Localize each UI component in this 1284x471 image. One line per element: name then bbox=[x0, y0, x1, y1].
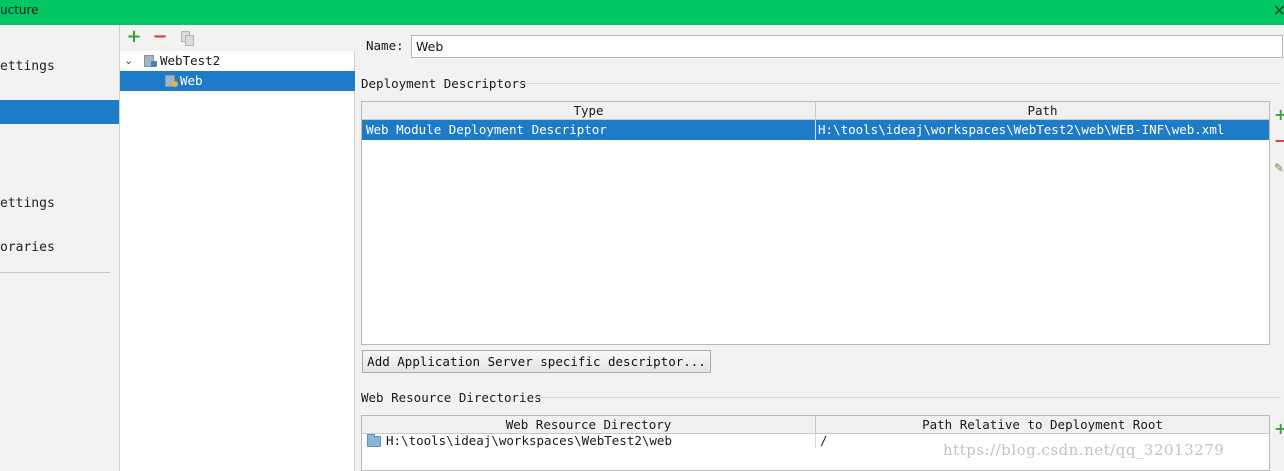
section-divider bbox=[536, 397, 1281, 398]
name-label: Name: bbox=[366, 38, 404, 53]
remove-descriptor-icon[interactable]: − bbox=[1274, 131, 1284, 150]
chevron-down-icon[interactable]: ⌄ bbox=[124, 51, 133, 71]
watermark: https://blog.csdn.net/qq_32013279 bbox=[943, 441, 1225, 459]
descriptor-type-cell: Web Module Deployment Descriptor bbox=[366, 122, 607, 137]
cell-divider bbox=[815, 120, 816, 140]
web-facet-icon bbox=[165, 75, 178, 87]
tree-toolbar: + − bbox=[120, 25, 355, 51]
name-input[interactable]: Web bbox=[411, 35, 1283, 58]
deployment-descriptors-title: Deployment Descriptors bbox=[361, 76, 527, 91]
descriptor-path-cell: H:\tools\ideaj\workspaces\WebTest2\web\W… bbox=[818, 122, 1225, 137]
table-row[interactable]: Web Module Deployment Descriptor H:\tool… bbox=[362, 120, 1269, 140]
tree-node-label: Web bbox=[180, 73, 203, 88]
column-header-relative-path[interactable]: Path Relative to Deployment Root bbox=[816, 416, 1269, 434]
title-bar: ucture × bbox=[0, 0, 1284, 25]
remove-icon[interactable]: − bbox=[151, 27, 169, 47]
nav-item-modules[interactable] bbox=[0, 100, 119, 124]
tree-node-label: WebTest2 bbox=[160, 53, 221, 68]
deployment-descriptors-table: Type Path Web Module Deployment Descript… bbox=[361, 101, 1270, 345]
copy-icon[interactable] bbox=[178, 27, 196, 47]
resources-side-toolbar: + bbox=[1270, 417, 1284, 447]
nav-item-project-settings[interactable]: ettings bbox=[0, 55, 119, 79]
column-header-type[interactable]: Type bbox=[362, 102, 816, 120]
section-divider bbox=[521, 83, 1281, 84]
tree-node-webtest2[interactable]: ⌄ WebTest2 bbox=[120, 51, 355, 71]
folder-icon bbox=[367, 434, 381, 447]
web-resource-directories-title: Web Resource Directories bbox=[361, 390, 542, 405]
edit-descriptor-icon[interactable]: ✎ bbox=[1274, 161, 1284, 175]
descriptors-side-toolbar: + − ✎ bbox=[1270, 103, 1284, 183]
nav-item-label: ettings bbox=[0, 196, 55, 211]
nav-item-label: ettings bbox=[0, 59, 55, 74]
table-header: Type Path bbox=[362, 102, 1269, 120]
close-icon[interactable]: × bbox=[1273, 1, 1284, 19]
column-header-path[interactable]: Path bbox=[816, 102, 1269, 120]
nav-item-label: oraries bbox=[0, 240, 55, 255]
column-header-web-resource-directory[interactable]: Web Resource Directory bbox=[362, 416, 816, 434]
add-resource-icon[interactable]: + bbox=[1274, 419, 1284, 438]
add-icon[interactable]: + bbox=[125, 27, 143, 47]
resource-directory-cell: H:\tools\ideaj\workspaces\WebTest2\web bbox=[386, 434, 672, 448]
nav-item-platform-settings[interactable]: ettings bbox=[0, 192, 119, 216]
nav-divider bbox=[0, 272, 110, 273]
facet-settings: Name: Web Deployment Descriptors Type Pa… bbox=[356, 25, 1284, 471]
add-server-descriptor-button[interactable]: Add Application Server specific descript… bbox=[362, 350, 711, 373]
module-tree-panel: + − ⌄ WebTest2 Web bbox=[119, 25, 355, 471]
tree-node-web[interactable]: Web bbox=[120, 71, 355, 91]
settings-nav: ettings ettings oraries bbox=[0, 25, 119, 471]
module-icon bbox=[144, 55, 157, 67]
add-descriptor-icon[interactable]: + bbox=[1274, 105, 1284, 124]
table-header: Web Resource Directory Path Relative to … bbox=[362, 416, 1269, 434]
nav-item-global-libraries[interactable]: oraries bbox=[0, 236, 119, 260]
window-title: ucture bbox=[0, 3, 39, 17]
cell-divider bbox=[815, 434, 816, 448]
